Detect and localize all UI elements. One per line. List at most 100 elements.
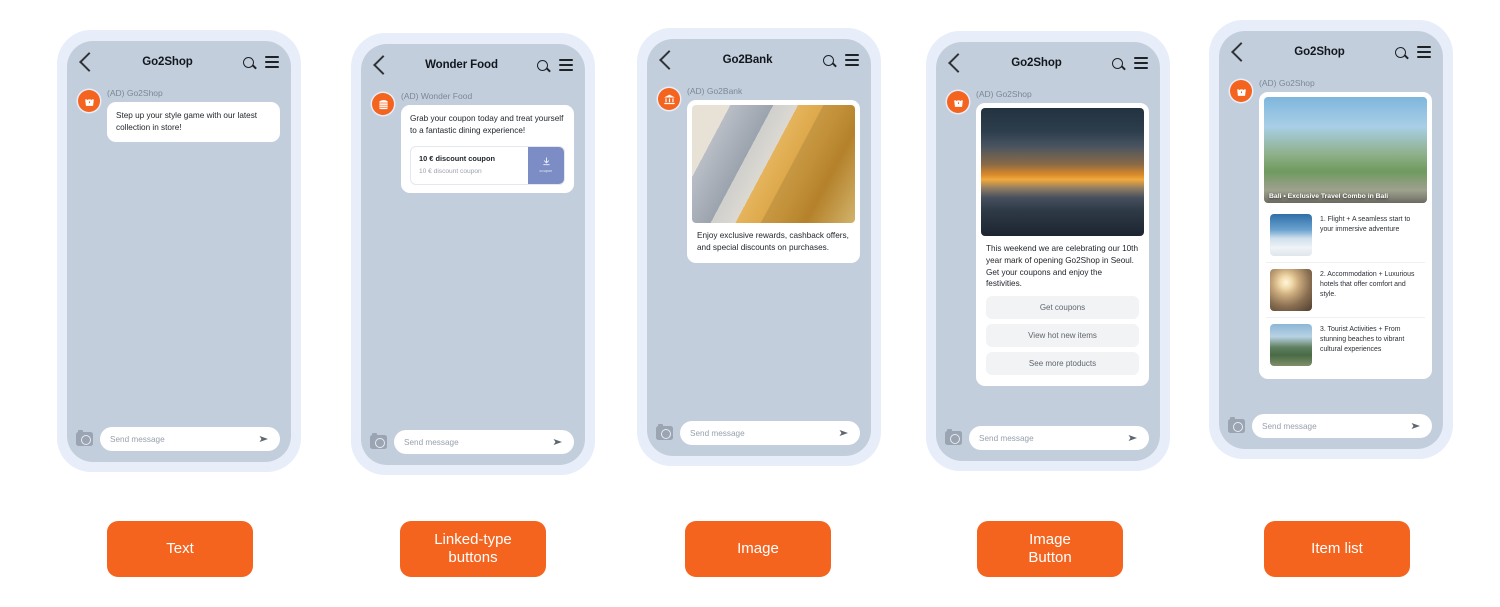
download-icon <box>542 157 550 166</box>
list-item[interactable]: 3. Tourist Activities + From stunning be… <box>1266 317 1425 372</box>
search-icon[interactable] <box>243 56 254 68</box>
send-arrow-icon[interactable] <box>1127 432 1139 444</box>
list-item-text: 3. Tourist Activities + From stunning be… <box>1320 326 1405 354</box>
message-bubble: Grab your coupon today and treat yoursel… <box>401 105 574 193</box>
chat-header: Go2Bank <box>647 39 871 81</box>
message-composer: Send message <box>67 419 291 462</box>
caption-button-text[interactable]: Text <box>107 521 253 577</box>
message-input-placeholder: Send message <box>110 434 165 444</box>
message-input[interactable]: Send message <box>969 426 1149 450</box>
chat-body: (AD) Wonder Food Grab your coupon today … <box>361 86 585 422</box>
ad-sender-name: (AD) Go2Shop <box>1259 78 1315 88</box>
camera-icon[interactable] <box>76 429 93 446</box>
coupon-card[interactable]: 10 € discount coupon 10 € discount coupo… <box>410 145 565 185</box>
item-list: 1. Flight + A seamless start to your imm… <box>1264 203 1427 374</box>
message-composer: Send message <box>361 422 585 465</box>
phone-screen: Go2Shop (AD) Go2Shop <box>1219 31 1443 449</box>
message-input[interactable]: Send message <box>394 430 574 454</box>
chat-title: Go2Bank <box>722 54 773 66</box>
message-composer: Send message <box>936 418 1160 461</box>
phone-mockup-linked-type-buttons: Wonder Food (AD) Wonder Food Grab your c… <box>351 33 595 475</box>
phone-mockup-image: Go2Bank (AD) Go2Bank Enjoy exclusive rew… <box>637 28 881 466</box>
hamburger-menu-icon[interactable] <box>559 59 573 71</box>
tourist-pagoda-photo <box>1270 324 1312 367</box>
image-caption: This weekend we are celebrating our 10th… <box>986 244 1139 289</box>
list-item[interactable]: 2. Accommodation + Luxurious hotels that… <box>1266 262 1425 317</box>
shopping-bag-icon <box>947 91 969 113</box>
send-arrow-icon[interactable] <box>1410 420 1422 432</box>
camera-icon[interactable] <box>370 432 387 449</box>
chat-title: Go2Shop <box>142 56 193 68</box>
list-item[interactable]: 1. Flight + A seamless start to your imm… <box>1266 208 1425 262</box>
ad-message: (AD) Go2Shop Step up your style game wit… <box>78 88 280 142</box>
action-button-view-hot-new-items[interactable]: View hot new items <box>986 323 1139 347</box>
coupon-subtitle: 10 € discount coupon <box>419 168 482 176</box>
search-icon[interactable] <box>537 59 548 71</box>
item-list-bubble: Bali • Exclusive Travel Combo in Bali 1.… <box>1259 92 1432 380</box>
ad-sender-name: (AD) Go2Shop <box>976 89 1032 99</box>
hamburger-menu-icon[interactable] <box>1417 46 1431 58</box>
image-caption: Enjoy exclusive rewards, cashback offers… <box>697 231 849 252</box>
action-button-see-more-products[interactable]: See more ptoducts <box>986 351 1139 375</box>
bali-temple-gate-photo[interactable]: Bali • Exclusive Travel Combo in Bali <box>1264 97 1427 204</box>
caption-button-item-list[interactable]: Item list <box>1264 521 1410 577</box>
shopping-bag-icon <box>1230 80 1252 102</box>
message-input[interactable]: Send message <box>680 421 860 445</box>
caption-button-linked-type-buttons[interactable]: Linked-type buttons <box>400 521 546 577</box>
message-text: Grab your coupon today and treat yoursel… <box>410 114 564 135</box>
camera-icon[interactable] <box>945 428 962 445</box>
airplane-wing-photo <box>1270 214 1312 257</box>
message-input-placeholder: Send message <box>690 428 745 438</box>
ad-message: (AD) Go2Shop Bali • Exclusive Travel Com… <box>1230 78 1432 380</box>
list-item-text: 1. Flight + A seamless start to your imm… <box>1320 216 1411 234</box>
coupon-download-button[interactable]: coupon <box>528 146 564 184</box>
ad-sender-name: (AD) Go2Shop <box>107 88 163 98</box>
hamburger-menu-icon[interactable] <box>265 56 279 68</box>
credit-cards-photo[interactable] <box>692 105 855 224</box>
chat-header: Go2Shop <box>67 41 291 83</box>
chat-body: (AD) Go2Shop Bali • Exclusive Travel Com… <box>1219 73 1443 406</box>
hamburger-menu-icon[interactable] <box>1134 57 1148 69</box>
message-input-placeholder: Send message <box>404 437 459 447</box>
message-input-placeholder: Send message <box>979 433 1034 443</box>
chat-body: (AD) Go2Bank Enjoy exclusive rewards, ca… <box>647 81 871 413</box>
message-input-placeholder: Send message <box>1262 421 1317 431</box>
action-buttons: Get coupons View hot new items See more … <box>981 294 1144 381</box>
phone-screen: Wonder Food (AD) Wonder Food Grab your c… <box>361 44 585 465</box>
phone-mockup-image-button: Go2Shop (AD) Go2Shop This weekend we are… <box>926 31 1170 471</box>
seoul-sunset-bridge-photo[interactable] <box>981 108 1144 237</box>
phone-screen: Go2Shop (AD) Go2Shop <box>936 42 1160 461</box>
caption-button-image-button[interactable]: Image Button <box>977 521 1123 577</box>
phone-screen: Go2Shop (AD) Go2Shop <box>67 41 291 462</box>
camera-icon[interactable] <box>656 423 673 440</box>
chat-title: Wonder Food <box>425 59 498 71</box>
send-arrow-icon[interactable] <box>258 433 270 445</box>
message-composer: Send message <box>1219 406 1443 449</box>
send-arrow-icon[interactable] <box>552 436 564 448</box>
ad-sender-name: (AD) Wonder Food <box>401 91 473 101</box>
search-icon[interactable] <box>1112 57 1123 69</box>
action-button-get-coupons[interactable]: Get coupons <box>986 295 1139 319</box>
shopping-bag-icon <box>78 90 100 112</box>
list-item-text: 2. Accommodation + Luxurious hotels that… <box>1320 271 1415 299</box>
chat-header: Go2Shop <box>936 42 1160 84</box>
search-icon[interactable] <box>1395 46 1406 58</box>
phone-mockup-text: Go2Shop (AD) Go2Shop Step up your style … <box>57 30 301 472</box>
send-arrow-icon[interactable] <box>838 427 850 439</box>
image-button-bubble: This weekend we are celebrating our 10th… <box>976 103 1149 386</box>
camera-icon[interactable] <box>1228 416 1245 433</box>
message-input[interactable]: Send message <box>1252 414 1432 438</box>
message-input[interactable]: Send message <box>100 427 280 451</box>
bank-icon <box>658 88 680 110</box>
ad-sender-name: (AD) Go2Bank <box>687 86 743 96</box>
ad-message: (AD) Go2Bank Enjoy exclusive rewards, ca… <box>658 86 860 263</box>
hotel-room-photo <box>1270 269 1312 312</box>
chat-header: Go2Shop <box>1219 31 1443 73</box>
caption-button-image[interactable]: Image <box>685 521 831 577</box>
phone-screen: Go2Bank (AD) Go2Bank Enjoy exclusive rew… <box>647 39 871 456</box>
search-icon[interactable] <box>823 54 834 66</box>
message-bubble: Step up your style game with our latest … <box>107 102 280 142</box>
chat-title: Go2Shop <box>1011 57 1062 69</box>
screenshot-stage: Go2Shop (AD) Go2Shop Step up your style … <box>0 0 1500 607</box>
hamburger-menu-icon[interactable] <box>845 54 859 66</box>
